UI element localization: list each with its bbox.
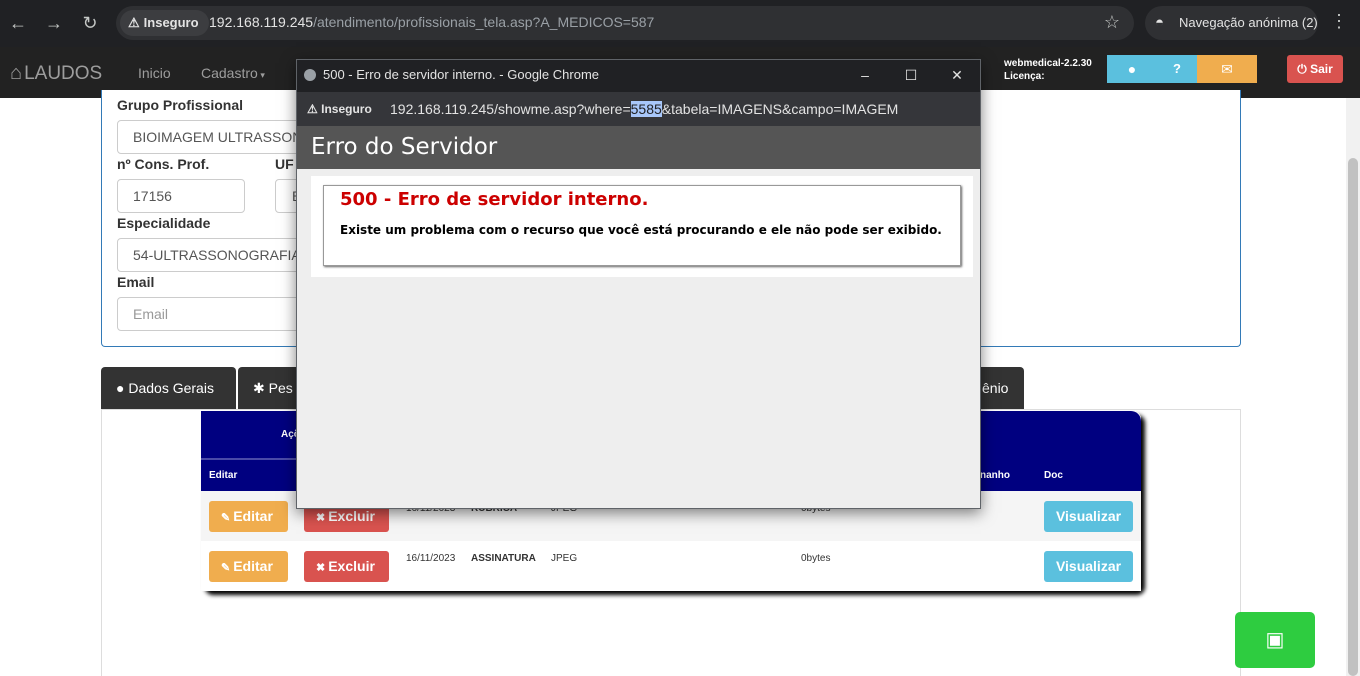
envelope-icon: ✉ — [1221, 61, 1233, 77]
caret-down-icon: ▾ — [257, 70, 265, 80]
row-format: JPEG — [551, 553, 578, 564]
close-icon[interactable]: ✕ — [934, 60, 980, 90]
edit-button[interactable]: ✎ Editar — [209, 551, 288, 582]
popup-url: 192.168.119.245/showme.asp?where=5585&ta… — [390, 101, 899, 117]
incognito-indicator[interactable]: ◓ Navegação anónima (2) — [1145, 6, 1318, 40]
close-icon: ✖ — [316, 562, 326, 574]
delete-button[interactable]: ✖ Excluir — [304, 551, 389, 582]
incognito-icon: ◓ — [1155, 14, 1165, 31]
warning-icon: ⚠ — [128, 15, 140, 30]
col-doc: Doc — [1044, 470, 1063, 481]
url-selection: 5585 — [630, 101, 662, 117]
nav-cadastro[interactable]: Cadastro ▾ — [201, 65, 265, 81]
error-box: 500 - Erro de servidor interno. Existe u… — [323, 185, 961, 266]
uf-label: UF — [275, 156, 294, 172]
especialidade-label: Especialidade — [117, 215, 211, 231]
col-tamanho: nanho — [980, 470, 1010, 481]
edit-icon: ✎ — [221, 562, 231, 574]
version-info: webmedical-2.2.30 Licença: — [1004, 58, 1092, 82]
user-icon: ● — [116, 380, 125, 396]
row-date: 16/11/2023 — [406, 553, 456, 564]
back-icon[interactable]: ← — [6, 11, 30, 35]
view-button[interactable]: Visualizar — [1044, 551, 1133, 582]
header-divider — [201, 458, 297, 460]
error-title: 500 - Erro de servidor interno. — [340, 189, 649, 210]
help-button[interactable]: ? — [1157, 55, 1197, 83]
insecure-chip[interactable]: ⚠ Inseguro — [307, 92, 372, 126]
error-container: 500 - Erro de servidor interno. Existe u… — [311, 176, 973, 277]
brand[interactable]: ⌂ LAUDOS — [10, 62, 102, 85]
close-icon: ✖ — [316, 512, 326, 524]
logout-button[interactable]: ⏻ Sair — [1287, 55, 1343, 83]
bookmark-star-icon[interactable]: ☆ — [1104, 12, 1120, 33]
popup-titlebar[interactable]: 500 - Erro de servidor interno. - Google… — [297, 60, 980, 92]
popup-window: 500 - Erro de servidor interno. - Google… — [296, 59, 981, 509]
scrollbar-thumb[interactable] — [1348, 158, 1358, 676]
browser-toolbar: ← → ↻ ⚠ Inseguro 192.168.119.245/atendime… — [0, 0, 1360, 47]
minimize-icon[interactable]: – — [842, 60, 888, 90]
table-row: ✎ Editar ✖ Excluir 16/11/2023 ASSINATURA J… — [201, 541, 1141, 591]
globe-icon — [304, 69, 316, 81]
cons-label: nº Cons. Prof. — [117, 156, 210, 172]
maximize-icon[interactable]: ☐ — [888, 60, 934, 90]
error-message: Existe um problema com o recurso que voc… — [340, 223, 942, 237]
save-button[interactable]: ▣ — [1235, 612, 1315, 668]
row-size: 0bytes — [801, 553, 831, 564]
page-title: Erro do Servidor — [297, 126, 980, 169]
user-icon: ● — [1127, 61, 1137, 77]
reload-icon[interactable]: ↻ — [78, 11, 102, 35]
power-icon: ⏻ — [1297, 62, 1307, 76]
edit-icon: ✎ — [221, 512, 231, 524]
edit-button[interactable]: ✎ Editar — [209, 501, 288, 532]
forward-icon[interactable]: → — [42, 11, 66, 35]
warning-icon: ⚠ — [307, 102, 318, 116]
address-url: 192.168.119.245/atendimento/profissionai… — [209, 14, 655, 30]
row-type: ASSINATURA — [471, 553, 536, 564]
popup-address-bar[interactable]: ⚠ Inseguro 192.168.119.245/showme.asp?wh… — [297, 92, 980, 126]
view-button[interactable]: Visualizar — [1044, 501, 1133, 532]
home-icon: ⌂ — [10, 62, 23, 84]
tab-dados-gerais[interactable]: ● Dados Gerais — [101, 367, 236, 409]
browser-menu-icon[interactable]: ⋮ — [1330, 11, 1348, 32]
col-editar: Editar — [209, 470, 238, 481]
user-button[interactable]: ● — [1107, 55, 1157, 83]
floppy-disk-icon: ▣ — [1265, 629, 1285, 651]
nav-inicio[interactable]: Inicio — [138, 65, 171, 81]
email-label: Email — [117, 274, 155, 290]
asterisk-icon: ✱ — [253, 380, 265, 396]
cons-input[interactable]: 17156 — [117, 179, 245, 213]
address-bar[interactable]: ⚠ Inseguro 192.168.119.245/atendimento/pr… — [116, 6, 1134, 40]
question-icon: ? — [1173, 61, 1181, 76]
mail-button[interactable]: ✉ — [1197, 55, 1257, 83]
grupo-label: Grupo Profissional — [117, 97, 244, 113]
insecure-chip[interactable]: ⚠ Inseguro — [120, 10, 209, 36]
